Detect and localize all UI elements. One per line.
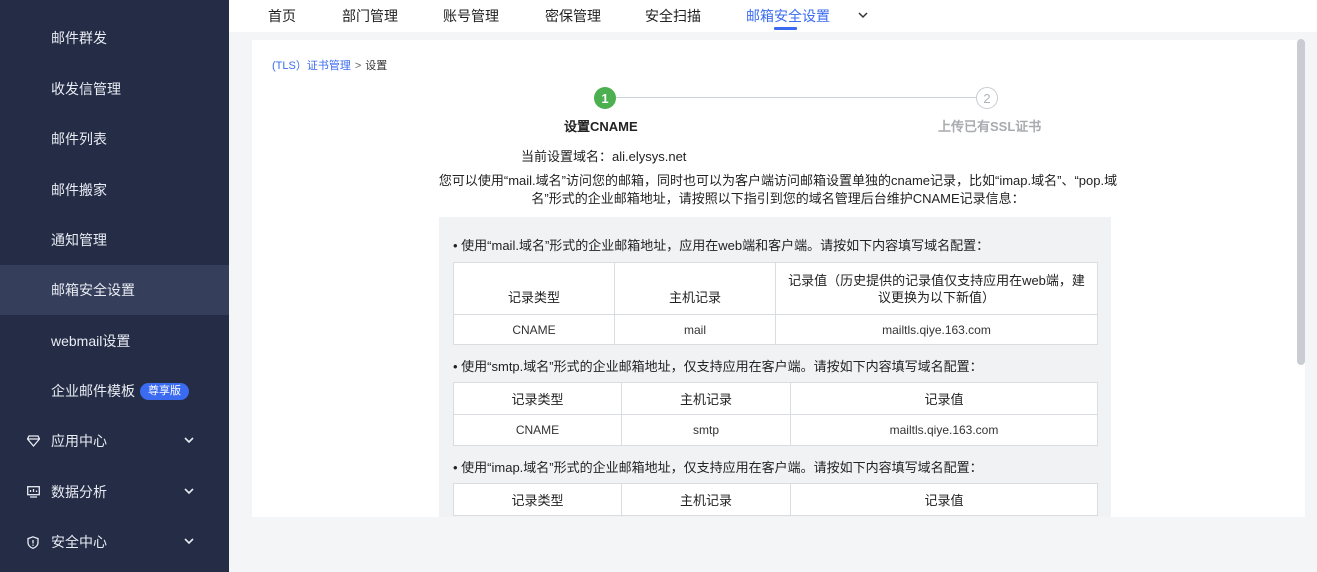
sidebar-item-label: 通知管理 xyxy=(51,232,107,248)
step-1-indicator: 1 xyxy=(594,87,616,109)
table-cell: CNAME xyxy=(453,414,622,446)
sidebar-item-label: 邮件列表 xyxy=(51,131,107,147)
step-2-indicator: 2 xyxy=(976,87,998,109)
active-tab-indicator xyxy=(774,27,797,30)
mail-cname-table: 记录类型 主机记录 记录值（历史提供的记录值仅支持应用在web端，建议更换为以下… xyxy=(453,262,1098,345)
step-connector xyxy=(616,97,976,98)
chevron-down-icon xyxy=(184,538,194,545)
chevron-down-icon[interactable] xyxy=(857,9,869,21)
table-cell: mailtls.qiye.163.com xyxy=(775,314,1098,345)
sidebar-item-mail-list[interactable]: 邮件列表 xyxy=(0,114,229,164)
breadcrumb-link[interactable]: (TLS）证书管理 xyxy=(272,60,351,72)
table-header: 主机记录 xyxy=(621,483,791,516)
tab-accounts[interactable]: 账号管理 xyxy=(443,6,499,26)
chevron-down-icon xyxy=(184,488,194,495)
breadcrumb-current: 设置 xyxy=(365,60,388,72)
sidebar-item-label: 邮件搬家 xyxy=(51,182,107,198)
tab-department[interactable]: 部门管理 xyxy=(342,6,398,26)
breadcrumb-separator: > xyxy=(354,60,362,72)
table-header-row: 记录类型 主机记录 记录值（历史提供的记录值仅支持应用在web端，建议更换为以下… xyxy=(453,262,1098,315)
tab-security-question[interactable]: 密保管理 xyxy=(545,6,601,26)
breadcrumb: (TLS）证书管理 > 设置 xyxy=(272,57,387,73)
premium-badge: 尊享版 xyxy=(140,382,189,400)
current-domain: 当前设置域名：ali.elysys.net xyxy=(521,149,687,164)
sidebar-group-label: 应用中心 xyxy=(51,433,107,449)
table-header: 主机记录 xyxy=(614,262,776,315)
table-header: 记录值 xyxy=(790,382,1098,415)
sidebar-item-notification[interactable]: 通知管理 xyxy=(0,215,229,265)
table-header: 记录类型 xyxy=(453,483,622,516)
instructions-text: 您可以使用“mail.域名”访问您的邮箱，同时也可以为客户端访问邮箱设置单独的c… xyxy=(438,173,1118,206)
sidebar-item-webmail[interactable]: webmail设置 xyxy=(0,316,229,366)
imap-cname-table: 记录类型 主机记录 记录值 xyxy=(453,483,1098,516)
table-header: 记录值 xyxy=(790,483,1098,516)
section-imap-description: • 使用“imap.域名”形式的企业邮箱地址，仅支持应用在客户端。请按如下内容填… xyxy=(453,460,983,475)
sidebar-item-mass-mail[interactable]: 邮件群发 xyxy=(0,13,229,63)
sidebar-group-security-center[interactable]: 安全中心 xyxy=(0,517,229,567)
sidebar-item-label: 收发信管理 xyxy=(51,81,121,97)
table-header-row: 记录类型 主机记录 记录值 xyxy=(453,483,1098,516)
table-header: 记录值（历史提供的记录值仅支持应用在web端，建议更换为以下新值） xyxy=(775,262,1098,315)
shield-icon xyxy=(26,535,40,549)
sidebar-group-data-analysis[interactable]: 数据分析 xyxy=(0,467,229,517)
scrollbar[interactable] xyxy=(1297,39,1305,365)
tab-security-scan[interactable]: 安全扫描 xyxy=(645,6,701,26)
step-1-label: 设置CNAME xyxy=(564,119,638,134)
table-cell: smtp xyxy=(621,414,791,446)
tab-mail-security[interactable]: 邮箱安全设置 xyxy=(746,6,830,26)
tab-home[interactable]: 首页 xyxy=(268,6,296,26)
table-row: CNAME mail mailtls.qiye.163.com xyxy=(453,314,1098,345)
table-cell: CNAME xyxy=(453,314,615,345)
diamond-icon xyxy=(26,434,40,448)
sidebar-item-mail-migration[interactable]: 邮件搬家 xyxy=(0,165,229,215)
table-row: CNAME smtp mailtls.qiye.163.com xyxy=(453,414,1098,446)
monitor-icon xyxy=(26,485,40,499)
table-cell: mailtls.qiye.163.com xyxy=(790,414,1098,446)
sidebar-item-label: 邮箱安全设置 xyxy=(51,282,135,298)
sidebar-group-app-center[interactable]: 应用中心 xyxy=(0,416,229,466)
sidebar-item-label: 邮件群发 xyxy=(51,30,107,46)
top-nav: 首页 部门管理 账号管理 密保管理 安全扫描 邮箱安全设置 xyxy=(229,0,1317,32)
smtp-cname-table: 记录类型 主机记录 记录值 CNAME smtp mailtls.qiye.16… xyxy=(453,382,1098,446)
table-header-row: 记录类型 主机记录 记录值 xyxy=(453,382,1098,415)
sidebar: 邮件群发 收发信管理 邮件列表 邮件搬家 通知管理 邮箱安全设置 webmail… xyxy=(0,0,229,572)
sidebar-item-label: webmail设置 xyxy=(51,333,131,349)
section-smtp-description: • 使用“smtp.域名”形式的企业邮箱地址，仅支持应用在客户端。请按如下内容填… xyxy=(453,359,983,374)
table-header: 记录类型 xyxy=(453,382,622,415)
imap-table-clip: 记录类型 主机记录 记录值 xyxy=(453,483,1098,517)
sidebar-item-send-receive[interactable]: 收发信管理 xyxy=(0,64,229,114)
chevron-down-icon xyxy=(184,437,194,444)
section-mail-description: • 使用“mail.域名”形式的企业邮箱地址，应用在web端和客户端。请按如下内… xyxy=(453,238,990,253)
sidebar-item-mail-security[interactable]: 邮箱安全设置 xyxy=(0,265,229,315)
table-header: 记录类型 xyxy=(453,262,615,315)
sidebar-group-label: 安全中心 xyxy=(51,534,107,550)
sidebar-item-mail-template[interactable]: 企业邮件模板 尊享版 xyxy=(0,366,229,416)
sidebar-item-label: 企业邮件模板 xyxy=(51,383,135,399)
step-2-label: 上传已有SSL证书 xyxy=(938,119,1042,134)
sidebar-group-label: 数据分析 xyxy=(51,484,107,500)
table-cell: mail xyxy=(614,314,776,345)
table-header: 主机记录 xyxy=(621,382,791,415)
